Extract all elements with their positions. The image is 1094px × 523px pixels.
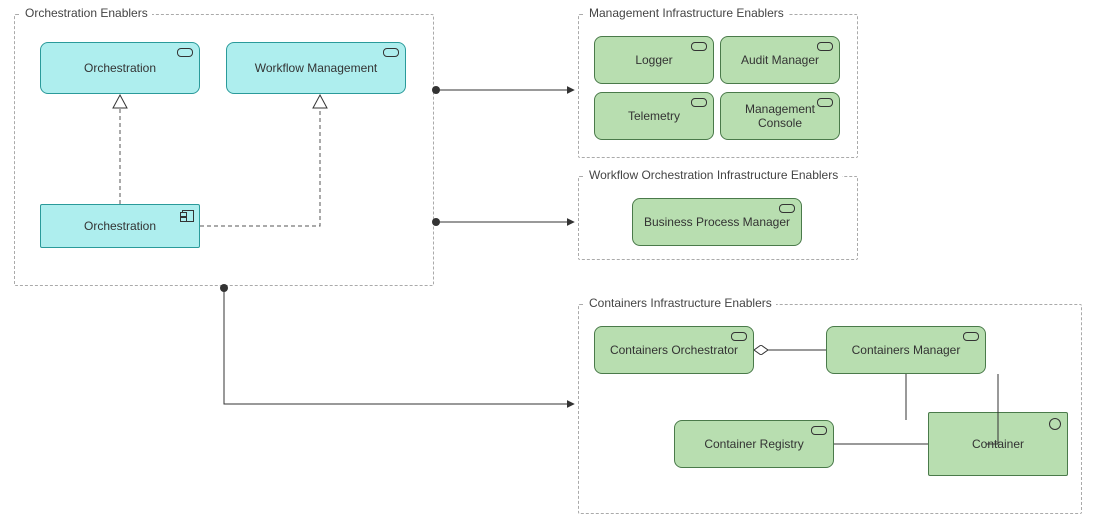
group-title-containers: Containers Infrastructure Enablers	[585, 296, 776, 310]
element-orchestration[interactable]: Orchestration	[40, 42, 200, 94]
element-label: Business Process Manager	[644, 215, 790, 229]
stereotype-icon	[691, 98, 707, 107]
element-label: Containers Orchestrator	[610, 343, 738, 357]
stereotype-icon	[383, 48, 399, 57]
element-label: Orchestration	[84, 219, 156, 233]
group-title-workflow: Workflow Orchestration Infrastructure En…	[585, 168, 842, 182]
element-management-console[interactable]: Management Console	[720, 92, 840, 140]
element-label: Workflow Management	[255, 61, 378, 75]
element-container[interactable]: Container	[928, 412, 1068, 476]
element-container-registry[interactable]: Container Registry	[674, 420, 834, 468]
group-title-orchestration: Orchestration Enablers	[21, 6, 152, 20]
stereotype-icon	[963, 332, 979, 341]
element-orchestration-component[interactable]: Orchestration	[40, 204, 200, 248]
element-label: Container Registry	[704, 437, 803, 451]
element-label: Logger	[635, 53, 672, 67]
element-label: Audit Manager	[741, 53, 819, 67]
element-telemetry[interactable]: Telemetry	[594, 92, 714, 140]
element-containers-manager[interactable]: Containers Manager	[826, 326, 986, 374]
node-icon	[1049, 418, 1061, 430]
element-logger[interactable]: Logger	[594, 36, 714, 84]
group-title-mgmt: Management Infrastructure Enablers	[585, 6, 788, 20]
stereotype-icon	[731, 332, 747, 341]
stereotype-icon	[817, 98, 833, 107]
stereotype-icon	[779, 204, 795, 213]
stereotype-icon	[817, 42, 833, 51]
element-label: Management Console	[727, 102, 833, 131]
element-label: Container	[972, 437, 1024, 451]
element-label: Telemetry	[628, 109, 680, 123]
element-containers-orchestrator[interactable]: Containers Orchestrator	[594, 326, 754, 374]
stereotype-icon	[691, 42, 707, 51]
component-icon	[182, 210, 194, 222]
stereotype-icon	[177, 48, 193, 57]
element-workflow-management[interactable]: Workflow Management	[226, 42, 406, 94]
element-label: Containers Manager	[852, 343, 961, 357]
element-label: Orchestration	[84, 61, 156, 75]
element-audit-manager[interactable]: Audit Manager	[720, 36, 840, 84]
stereotype-icon	[811, 426, 827, 435]
element-business-process-manager[interactable]: Business Process Manager	[632, 198, 802, 246]
